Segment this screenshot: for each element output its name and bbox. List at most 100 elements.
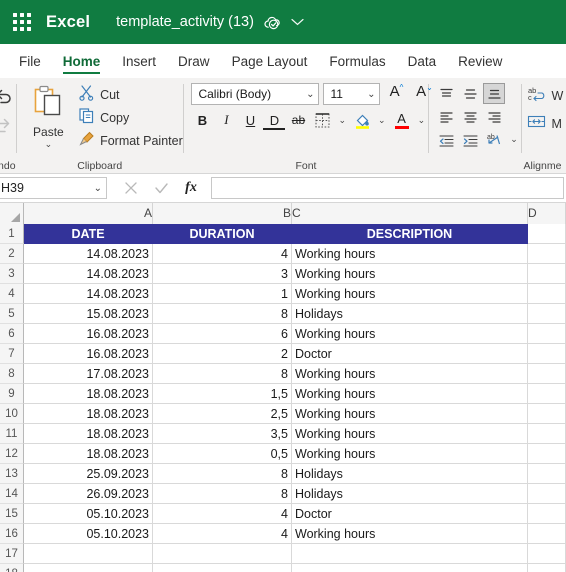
- cell-D2[interactable]: [528, 244, 566, 264]
- grow-font-button[interactable]: A ^: [384, 83, 408, 105]
- cell-A11[interactable]: 18.08.2023: [24, 424, 153, 444]
- cell-B8[interactable]: 8: [153, 364, 292, 384]
- row-header-10[interactable]: 10: [0, 404, 24, 424]
- fill-color-button[interactable]: [351, 109, 373, 131]
- cell-B3[interactable]: 3: [153, 264, 292, 284]
- cell-C18[interactable]: [292, 564, 528, 572]
- row-header-5[interactable]: 5: [0, 304, 24, 324]
- row-header-1[interactable]: 1: [0, 224, 24, 244]
- cell-A8[interactable]: 17.08.2023: [24, 364, 153, 384]
- align-right-icon[interactable]: [483, 106, 505, 127]
- cell-A16[interactable]: 05.10.2023: [24, 524, 153, 544]
- cell-C9[interactable]: Working hours: [292, 384, 528, 404]
- cell-A6[interactable]: 16.08.2023: [24, 324, 153, 344]
- select-all-corner-button[interactable]: [0, 203, 24, 224]
- tab-home[interactable]: Home: [52, 44, 112, 78]
- cell-C3[interactable]: Working hours: [292, 264, 528, 284]
- cell-D10[interactable]: [528, 404, 566, 424]
- cell-D14[interactable]: [528, 484, 566, 504]
- cell-C6[interactable]: Working hours: [292, 324, 528, 344]
- formula-input[interactable]: [211, 177, 564, 199]
- tab-data[interactable]: Data: [397, 44, 448, 78]
- tab-page-layout[interactable]: Page Layout: [221, 44, 319, 78]
- cell-B12[interactable]: 0,5: [153, 444, 292, 464]
- tab-draw[interactable]: Draw: [167, 44, 221, 78]
- cell-A14[interactable]: 26.09.2023: [24, 484, 153, 504]
- cell-C1[interactable]: DESCRIPTION: [292, 224, 528, 244]
- cell-B4[interactable]: 1: [153, 284, 292, 304]
- font-size-select[interactable]: 11 ⌄: [323, 83, 381, 105]
- row-header-2[interactable]: 2: [0, 244, 24, 264]
- align-bottom-icon[interactable]: [483, 83, 506, 104]
- tab-insert[interactable]: Insert: [111, 44, 167, 78]
- cell-A17[interactable]: [24, 544, 153, 564]
- row-header-15[interactable]: 15: [0, 504, 24, 524]
- cell-A13[interactable]: 25.09.2023: [24, 464, 153, 484]
- row-header-3[interactable]: 3: [0, 264, 24, 284]
- cell-C14[interactable]: Holidays: [292, 484, 528, 504]
- cut-button[interactable]: Cut: [78, 85, 183, 105]
- row-header-8[interactable]: 8: [0, 364, 24, 384]
- cell-D7[interactable]: [528, 344, 566, 364]
- cell-B10[interactable]: 2,5: [153, 404, 292, 424]
- cell-D11[interactable]: [528, 424, 566, 444]
- cell-D15[interactable]: [528, 504, 566, 524]
- tab-file[interactable]: File: [8, 44, 52, 78]
- cell-B13[interactable]: 8: [153, 464, 292, 484]
- cell-A15[interactable]: 05.10.2023: [24, 504, 153, 524]
- column-header-d[interactable]: D: [528, 203, 566, 224]
- merge-center-button[interactable]: M: [527, 114, 562, 134]
- app-launcher-icon[interactable]: [0, 13, 44, 31]
- cell-B15[interactable]: 4: [153, 504, 292, 524]
- cell-C11[interactable]: Working hours: [292, 424, 528, 444]
- tab-review[interactable]: Review: [447, 44, 513, 78]
- cell-C12[interactable]: Working hours: [292, 444, 528, 464]
- cell-D8[interactable]: [528, 364, 566, 384]
- cell-C16[interactable]: Working hours: [292, 524, 528, 544]
- row-header-6[interactable]: 6: [0, 324, 24, 344]
- cell-B14[interactable]: 8: [153, 484, 292, 504]
- decrease-indent-icon[interactable]: [435, 129, 457, 150]
- row-header-17[interactable]: 17: [0, 544, 24, 564]
- name-box-chevron-down-icon[interactable]: ⌄: [94, 183, 102, 194]
- cell-D4[interactable]: [528, 284, 566, 304]
- row-header-16[interactable]: 16: [0, 524, 24, 544]
- cell-D13[interactable]: [528, 464, 566, 484]
- orientation-chevron-down-icon[interactable]: ⌄: [507, 134, 521, 145]
- cell-D5[interactable]: [528, 304, 566, 324]
- tab-formulas[interactable]: Formulas: [318, 44, 396, 78]
- format-painter-button[interactable]: Format Painter: [78, 131, 183, 151]
- row-header-18[interactable]: 18: [0, 564, 24, 572]
- cell-C8[interactable]: Working hours: [292, 364, 528, 384]
- font-color-button[interactable]: A: [391, 109, 413, 131]
- wrap-text-button[interactable]: ab c W: [527, 86, 563, 106]
- cell-C5[interactable]: Holidays: [292, 304, 528, 324]
- cell-A10[interactable]: 18.08.2023: [24, 404, 153, 424]
- cell-A7[interactable]: 16.08.2023: [24, 344, 153, 364]
- cell-B17[interactable]: [153, 544, 292, 564]
- cloud-saved-icon[interactable]: [264, 15, 281, 30]
- cell-D3[interactable]: [528, 264, 566, 284]
- cell-A2[interactable]: 14.08.2023: [24, 244, 153, 264]
- row-header-13[interactable]: 13: [0, 464, 24, 484]
- font-color-chevron-down-icon[interactable]: ⌄: [415, 115, 429, 126]
- cell-B1[interactable]: DURATION: [153, 224, 292, 244]
- increase-indent-icon[interactable]: [459, 129, 481, 150]
- cell-C2[interactable]: Working hours: [292, 244, 528, 264]
- row-header-12[interactable]: 12: [0, 444, 24, 464]
- cell-B2[interactable]: 4: [153, 244, 292, 264]
- cell-A4[interactable]: 14.08.2023: [24, 284, 153, 304]
- cell-A9[interactable]: 18.08.2023: [24, 384, 153, 404]
- text-orientation-icon[interactable]: ab: [483, 129, 505, 150]
- insert-function-button[interactable]: fx: [177, 177, 205, 199]
- cell-B6[interactable]: 6: [153, 324, 292, 344]
- undo-arrow-icon[interactable]: [0, 85, 16, 107]
- column-header-b[interactable]: B: [153, 203, 292, 224]
- row-header-9[interactable]: 9: [0, 384, 24, 404]
- borders-grid-icon[interactable]: [311, 109, 333, 131]
- row-header-11[interactable]: 11: [0, 424, 24, 444]
- row-header-14[interactable]: 14: [0, 484, 24, 504]
- cell-B11[interactable]: 3,5: [153, 424, 292, 444]
- column-header-a[interactable]: A: [24, 203, 153, 224]
- cell-D17[interactable]: [528, 544, 566, 564]
